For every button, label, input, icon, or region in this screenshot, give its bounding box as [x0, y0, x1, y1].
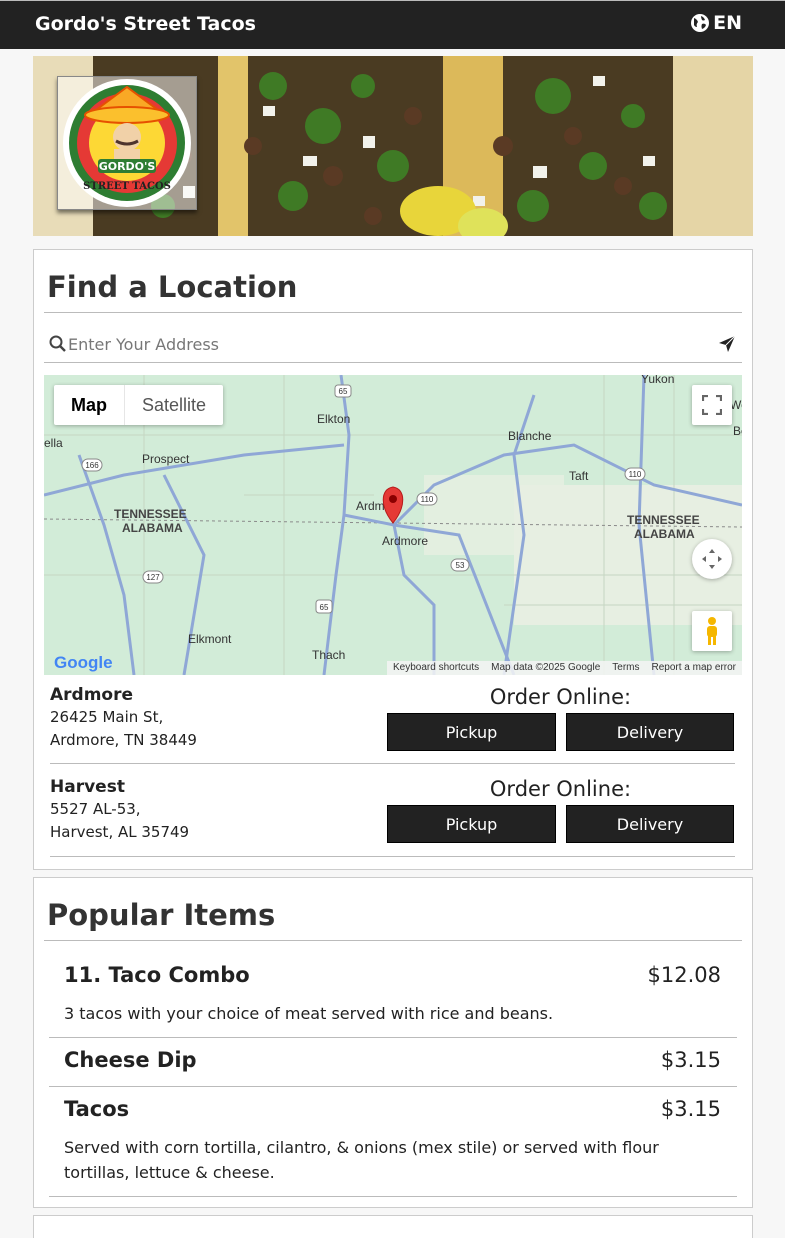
map-state-label: TENNESSEE: [114, 507, 187, 521]
menu-item-description: 3 tacos with your choice of meat served …: [64, 1004, 554, 1023]
route-shield: 53: [450, 558, 470, 572]
svg-text:110: 110: [629, 470, 642, 479]
language-selector[interactable]: EN: [690, 12, 742, 34]
map-label: Ardmore: [382, 534, 428, 548]
order-online-label: Order Online:: [489, 777, 632, 801]
search-icon: [49, 335, 66, 352]
title-divider: [44, 940, 742, 941]
brand-name[interactable]: Gordo's Street Tacos: [35, 13, 256, 35]
logo-frame: GORDO'S STREET TACOS: [57, 76, 197, 210]
menu-item-name: 11. Taco Combo: [64, 963, 250, 987]
map-view-button[interactable]: Map: [54, 385, 125, 425]
location-address-line1: 26425 Main St,: [50, 708, 164, 726]
address-input[interactable]: [68, 331, 708, 357]
fullscreen-button[interactable]: [692, 385, 732, 425]
route-shield: 110: [416, 492, 438, 506]
logo-text-top: GORDO'S: [99, 160, 156, 173]
logo-text-bottom: STREET TACOS: [83, 181, 171, 192]
item-divider: [49, 1196, 737, 1197]
terms-link[interactable]: Terms: [612, 661, 639, 675]
pan-arrows-icon: [702, 549, 722, 569]
map-state-label: ALABAMA: [634, 527, 695, 541]
pickup-button[interactable]: Pickup: [387, 805, 556, 843]
gordos-logo: GORDO'S STREET TACOS: [63, 79, 191, 207]
map-data-credit: Map data ©2025 Google: [491, 662, 601, 673]
route-shield: 65: [315, 599, 333, 614]
map-state-label: TENNESSEE: [627, 513, 700, 527]
svg-text:53: 53: [456, 561, 465, 570]
svg-text:127: 127: [146, 573, 160, 582]
order-online-label: Order Online:: [489, 685, 632, 709]
svg-text:110: 110: [421, 495, 434, 504]
route-shield: 127: [142, 570, 164, 584]
svg-text:65: 65: [339, 387, 348, 396]
route-shield: 65: [334, 384, 352, 398]
pickup-button[interactable]: Pickup: [387, 713, 556, 751]
menu-item-price: $3.15: [660, 1048, 721, 1072]
report-map-error-link[interactable]: Report a map error: [652, 661, 736, 675]
globe-icon: [691, 14, 710, 32]
pegman-icon: [707, 617, 717, 645]
top-navbar: Gordo's Street Tacos EN: [0, 0, 785, 49]
location-divider: [50, 856, 735, 857]
map-label: Prospect: [142, 452, 190, 466]
map-label: Elkmont: [188, 632, 232, 646]
popular-items-title: Popular Items: [47, 898, 276, 932]
location-address-line1: 5527 AL-53,: [50, 800, 141, 818]
fullscreen-icon: [702, 395, 722, 415]
svg-text:65: 65: [320, 603, 329, 612]
svg-text:Google: Google: [54, 653, 113, 672]
map-label: Taft: [569, 469, 589, 483]
map-type-toggle: Map Satellite: [54, 385, 224, 425]
menu-item-price: $12.08: [647, 963, 721, 987]
title-divider: [44, 312, 742, 313]
map-state-label: ALABAMA: [122, 521, 183, 535]
map-label: Be: [733, 424, 742, 438]
find-location-title: Find a Location: [47, 270, 298, 304]
svg-text:166: 166: [85, 461, 99, 470]
google-logo: Google: [54, 653, 113, 672]
map-label: Thach: [312, 648, 345, 662]
menu-item-description: Served with corn tortilla, cilantro, & o…: [64, 1138, 659, 1182]
route-shield: 110: [624, 467, 646, 481]
language-label: EN: [713, 12, 742, 34]
menu-item-name: Cheese Dip: [64, 1048, 197, 1072]
route-shield: 166: [81, 458, 103, 472]
location-address-line2: Harvest, AL 35749: [50, 823, 190, 841]
camera-control-button[interactable]: [692, 539, 732, 579]
menu-item-name: Tacos: [64, 1097, 130, 1121]
delivery-button[interactable]: Delivery: [566, 713, 734, 751]
keyboard-shortcuts-link[interactable]: Keyboard shortcuts: [393, 661, 479, 675]
satellite-view-button[interactable]: Satellite: [125, 385, 223, 425]
location-address-line2: Ardmore, TN 38449: [50, 731, 197, 749]
map-label: Blanche: [508, 429, 552, 443]
item-divider: [49, 1037, 737, 1038]
menu-item-price: $3.15: [660, 1097, 721, 1121]
locate-arrow-icon[interactable]: [718, 335, 736, 353]
item-divider: [49, 1086, 737, 1087]
map-label: Ardm: [356, 499, 385, 513]
map-label: Elkton: [317, 412, 350, 426]
location-map[interactable]: Yukon Elkton Prospect Blanche Taft TENNE…: [44, 375, 742, 675]
next-panel: [33, 1215, 753, 1238]
map-attribution: Keyboard shortcuts Map data ©2025 Google…: [386, 661, 742, 675]
delivery-button[interactable]: Delivery: [566, 805, 734, 843]
location-name[interactable]: Harvest: [50, 777, 125, 797]
location-divider: [50, 763, 735, 764]
location-name[interactable]: Ardmore: [50, 685, 133, 705]
street-view-button[interactable]: [692, 611, 732, 651]
map-label: Yukon: [641, 375, 674, 386]
map-label: ella: [44, 436, 63, 450]
address-search: [44, 325, 742, 363]
